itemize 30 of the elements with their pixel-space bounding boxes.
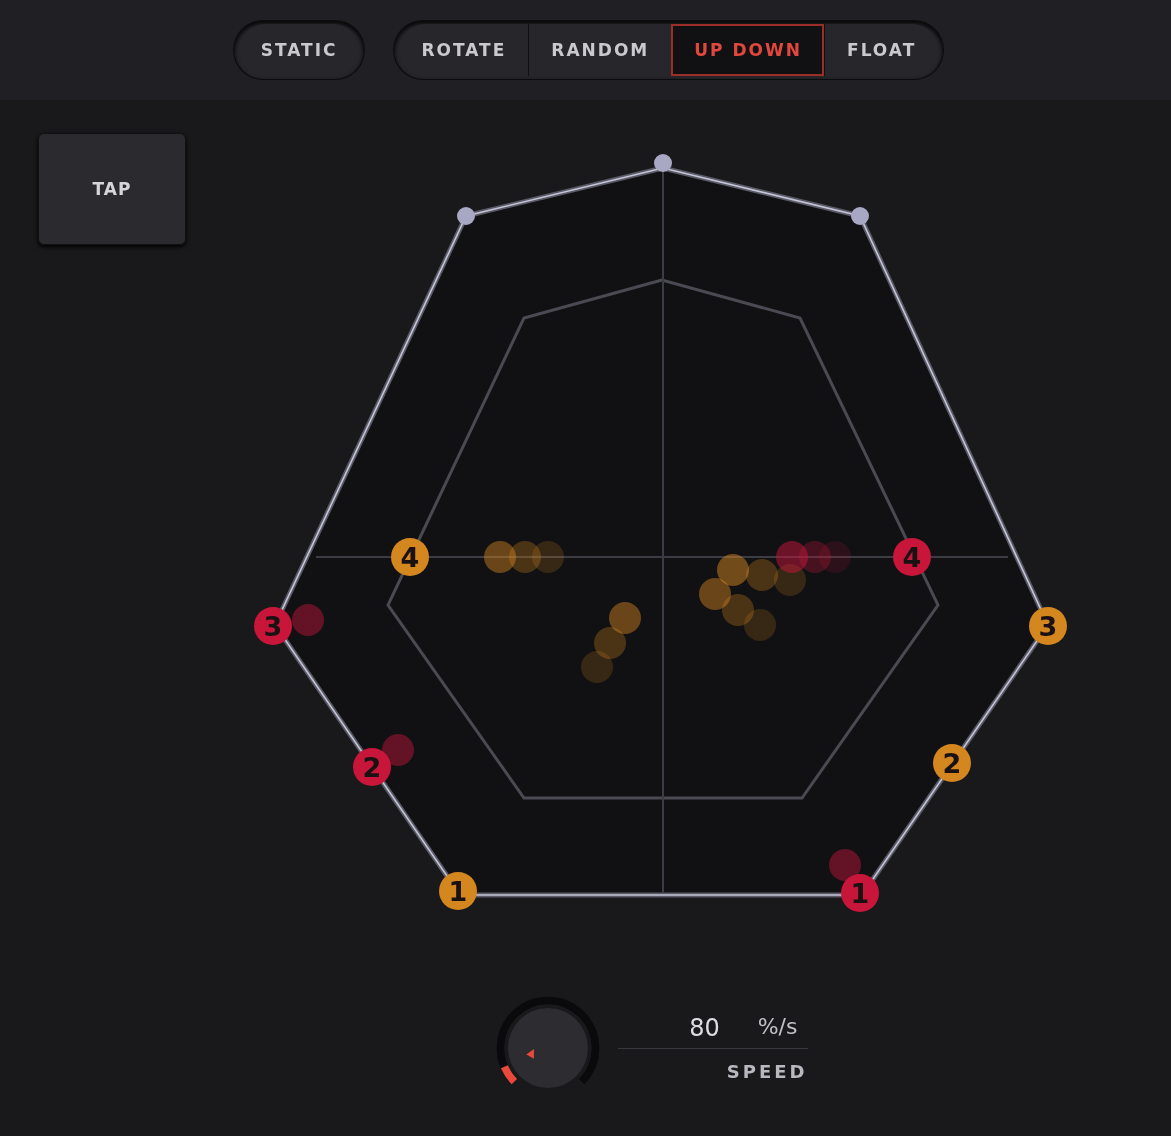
mode-tab[interactable]: RANDOM [528,24,672,76]
trail-dot [532,541,564,573]
speaker-marker[interactable]: 3 [1029,607,1067,645]
trail-dot [722,594,754,626]
speaker-marker[interactable]: 2 [353,748,391,786]
trail-dot [717,554,749,586]
trail-dot [292,604,324,636]
speaker-marker[interactable]: 1 [439,872,477,910]
speed-label: SPEED [726,1061,808,1082]
speed-unit: %/s [757,1014,798,1041]
mode-tab[interactable]: UP DOWN [671,24,825,76]
trail-dot [829,849,861,881]
handle[interactable] [457,207,475,225]
handle[interactable] [851,207,869,225]
speaker-marker[interactable]: 3 [254,607,292,645]
handle[interactable] [654,154,672,172]
trail-dot [609,602,641,634]
trail-dot [699,578,731,610]
speaker-marker[interactable]: 2 [933,744,971,782]
speed-value[interactable]: 80 [689,1014,720,1042]
trail-dot [382,734,414,766]
tap-button[interactable]: TAP [38,133,186,245]
speaker-marker[interactable]: 4 [893,538,931,576]
trail-dot [581,651,613,683]
trail-dot [746,559,778,591]
trail-dot [744,609,776,641]
trail-dot [819,541,851,573]
speaker-marker[interactable]: 1 [841,874,879,912]
speaker-marker[interactable]: 4 [391,538,429,576]
trail-dot [594,627,626,659]
